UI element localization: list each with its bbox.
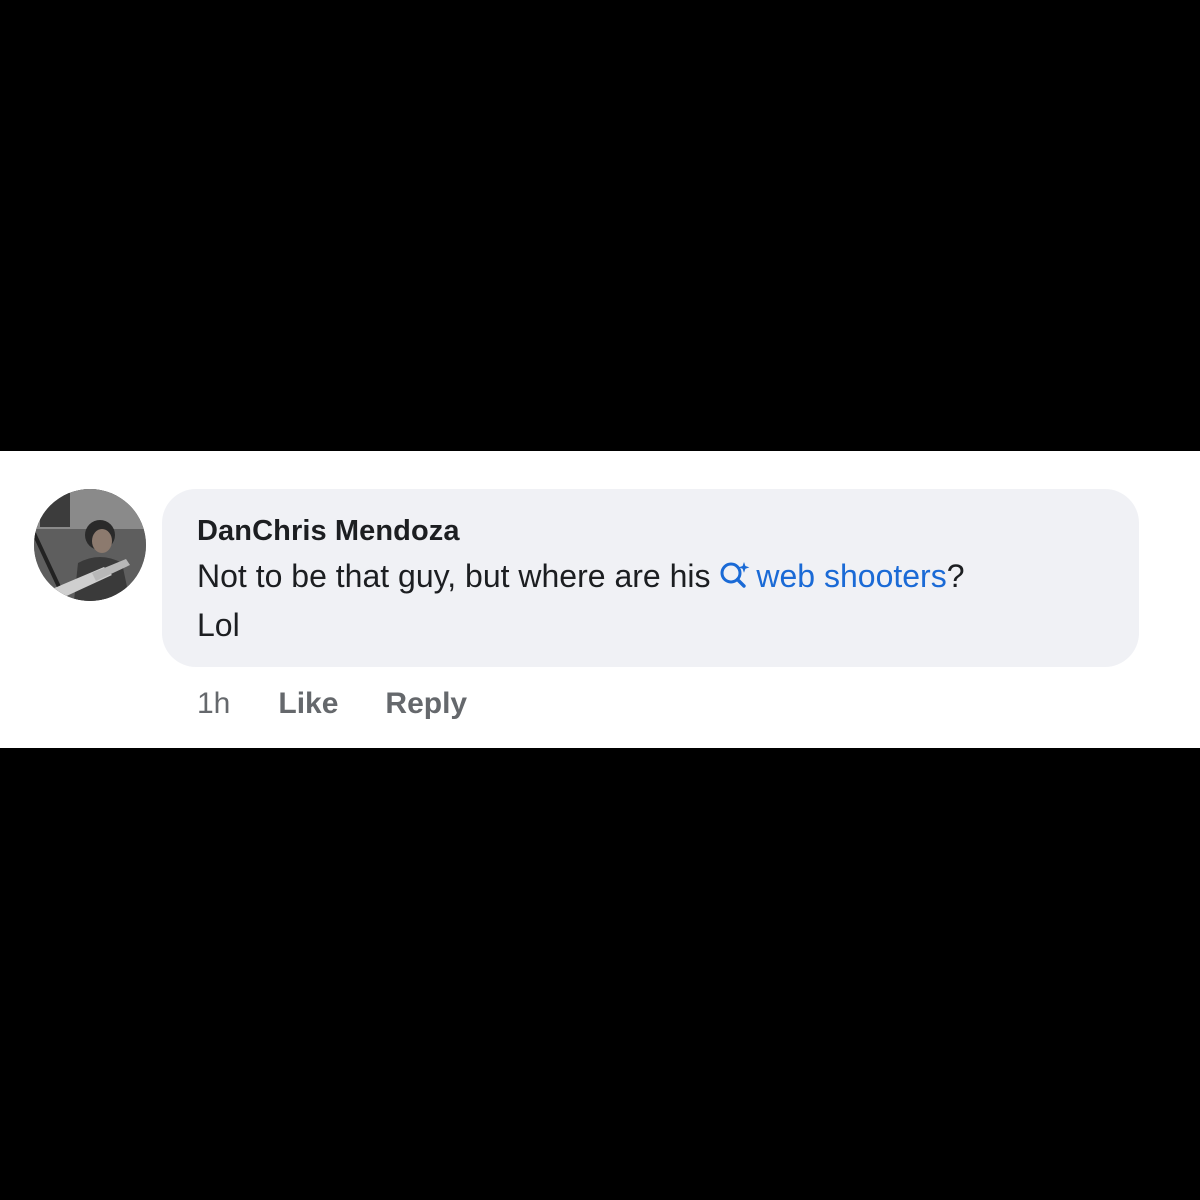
related-search-link[interactable]: web shooters [719, 558, 947, 594]
ai-search-sparkle-icon [719, 556, 753, 602]
comment-timestamp[interactable]: 1h [197, 687, 230, 721]
bottom-black-band [0, 748, 1200, 1200]
top-black-band [0, 0, 1200, 451]
comment-text-line2: Lol [197, 607, 240, 643]
comment-actions: 1h Like Reply [197, 684, 514, 724]
related-search-term: web shooters [756, 558, 947, 594]
comment-author-name[interactable]: DanChris Mendoza [197, 513, 1104, 549]
comment-text-suffix: ? [946, 558, 965, 594]
comment-text: Not to be that guy, but where are his we… [197, 553, 1104, 648]
reply-button[interactable]: Reply [385, 687, 467, 721]
avatar-photo [34, 489, 146, 601]
comment-bubble: DanChris Mendoza Not to be that guy, but… [162, 489, 1139, 667]
like-button[interactable]: Like [278, 687, 338, 721]
comment-text-prefix: Not to be that guy, but where are his [197, 558, 720, 594]
avatar[interactable] [34, 489, 146, 601]
